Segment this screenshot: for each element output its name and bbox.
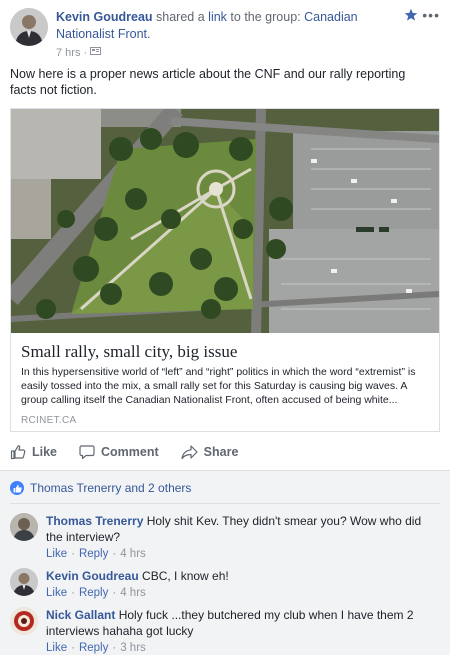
post-timestamp[interactable]: 7 hrs — [56, 47, 80, 59]
commenter-avatar[interactable] — [10, 607, 38, 635]
comment-button[interactable]: Comment — [79, 444, 159, 460]
shared-text: shared a — [156, 10, 205, 24]
share-arrow-icon — [181, 444, 198, 460]
post-header: Kevin Goudreau shared a link to the grou… — [10, 8, 440, 60]
comment-author-link[interactable]: Nick Gallant — [46, 608, 115, 622]
commenter-avatar[interactable] — [10, 568, 38, 596]
comment-body: Nick Gallant Holy fuck ...they butchered… — [46, 607, 436, 655]
card-domain: RCINET.CA — [21, 415, 77, 426]
like-button[interactable]: Like — [10, 444, 57, 460]
card-title[interactable]: Small rally, small city, big issue — [21, 342, 429, 362]
comment-author-link[interactable]: Thomas Trenerry — [46, 514, 143, 528]
shared-link-link[interactable]: link — [208, 10, 227, 24]
comment-meta: Like · Reply · 4 hrs — [46, 585, 436, 601]
commenter-avatar[interactable] — [10, 513, 38, 541]
aerial-park-image[interactable] — [11, 109, 439, 333]
meta-separator: · — [112, 548, 117, 560]
speech-bubble-icon — [79, 444, 95, 460]
comment-reply-link[interactable]: Reply — [79, 585, 108, 601]
like-label: Like — [32, 445, 58, 459]
author-avatar[interactable] — [10, 8, 48, 46]
link-preview-card[interactable]: Small rally, small city, big issue In th… — [10, 108, 440, 432]
post-text: Now here is a proper news article about … — [10, 67, 406, 97]
meta-separator: · — [112, 642, 117, 654]
comment-meta: Like · Reply · 4 hrs — [46, 546, 436, 562]
meta-separator: · — [71, 642, 75, 654]
feed-post: Kevin Goudreau shared a link to the grou… — [0, 0, 450, 655]
comment-meta: Like · Reply · 3 hrs — [46, 640, 436, 655]
post-header-line: Kevin Goudreau shared a link to the grou… — [56, 9, 416, 43]
post-actions: Like Comment Share — [10, 438, 440, 466]
comments-section: Thomas Trenerry and 2 others Thomas Tren… — [0, 470, 450, 655]
to-group-text: to the group: — [230, 10, 301, 24]
comment-timestamp[interactable]: 3 hrs — [120, 640, 146, 655]
card-description: In this hypersensitive world of “left” a… — [21, 366, 416, 406]
comment-like-link[interactable]: Like — [46, 640, 67, 655]
reactions-summary[interactable]: Thomas Trenerry and 2 others — [10, 481, 191, 495]
more-options-icon[interactable]: ••• — [422, 8, 440, 22]
comments-divider — [10, 503, 440, 504]
post-meta: 7 hrs · — [56, 46, 102, 59]
like-reaction-icon — [10, 481, 24, 495]
meta-separator: · — [71, 548, 75, 560]
comment-like-link[interactable]: Like — [46, 585, 67, 601]
star-icon[interactable] — [404, 8, 418, 22]
meta-separator: · — [71, 587, 75, 599]
comment-body: Thomas Trenerry Holy shit Kev. They didn… — [46, 513, 436, 562]
comment-author-link[interactable]: Kevin Goudreau — [46, 569, 139, 583]
comment-body: Kevin Goudreau CBC, I know eh! Like · Re… — [46, 568, 436, 601]
reactions-summary-text: Thomas Trenerry and 2 others — [30, 481, 192, 495]
share-label: Share — [203, 445, 239, 459]
comment-label: Comment — [101, 445, 159, 459]
meta-separator: · — [112, 587, 117, 599]
share-button[interactable]: Share — [181, 444, 239, 460]
comment-reply-link[interactable]: Reply — [79, 640, 108, 655]
meta-separator: · — [83, 46, 88, 59]
comment-text: CBC, I know eh! — [142, 569, 229, 583]
card-body: Small rally, small city, big issue In th… — [11, 333, 439, 431]
comment-timestamp[interactable]: 4 hrs — [120, 585, 146, 601]
comment-reply-link[interactable]: Reply — [79, 546, 108, 562]
audience-icon[interactable] — [90, 46, 102, 59]
author-name-link[interactable]: Kevin Goudreau — [56, 10, 153, 24]
comment-timestamp[interactable]: 4 hrs — [120, 546, 146, 562]
thumbs-up-icon — [10, 444, 26, 460]
comment-like-link[interactable]: Like — [46, 546, 67, 562]
